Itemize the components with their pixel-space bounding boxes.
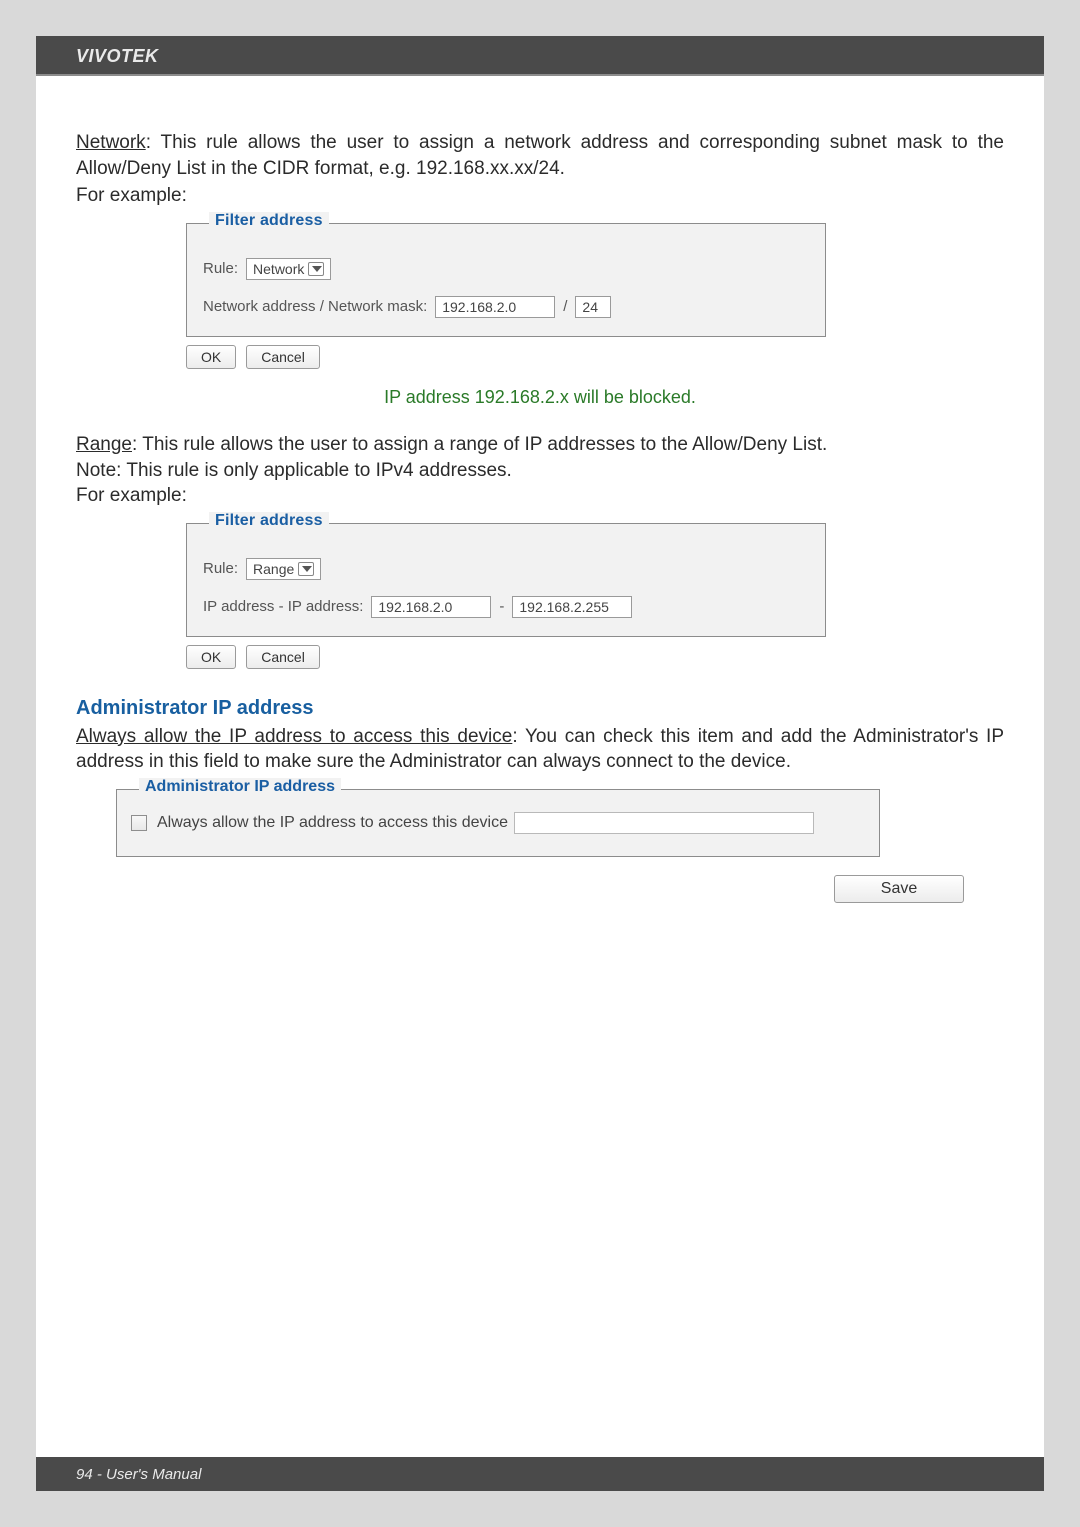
page-footer: 94 - User's Manual bbox=[36, 1457, 1044, 1491]
always-allow-checkbox[interactable] bbox=[131, 815, 147, 831]
filter-address-panel-range: Filter address Rule: Range IP address - … bbox=[186, 523, 826, 637]
cancel-button[interactable]: Cancel bbox=[246, 345, 320, 369]
network-label: Network bbox=[76, 132, 146, 153]
admin-always-label: Always allow the IP address to access th… bbox=[76, 726, 512, 747]
rule-select-range[interactable]: Range bbox=[246, 558, 321, 580]
rule-label: Rule: bbox=[203, 260, 238, 277]
admin-ip-heading: Administrator IP address bbox=[76, 697, 1004, 720]
rule-label-range: Rule: bbox=[203, 560, 238, 577]
chevron-down-icon bbox=[308, 262, 324, 276]
filter-address-legend: Filter address bbox=[209, 212, 329, 230]
admin-ip-input[interactable] bbox=[514, 812, 814, 834]
footer-text: 94 - User's Manual bbox=[76, 1466, 201, 1483]
iprange-label: IP address - IP address: bbox=[203, 598, 363, 615]
network-desc: : This rule allows the user to assign a … bbox=[76, 132, 1004, 179]
range-example-label: For example: bbox=[76, 483, 1004, 509]
network-paragraph: Network: This rule allows the user to as… bbox=[76, 130, 1004, 181]
header-divider bbox=[36, 74, 1044, 76]
save-button[interactable]: Save bbox=[834, 875, 964, 903]
network-mask-input[interactable] bbox=[575, 296, 611, 318]
ip-from-input[interactable] bbox=[371, 596, 491, 618]
cancel-button[interactable]: Cancel bbox=[246, 645, 320, 669]
page-header: VIVOTEK bbox=[36, 36, 1044, 92]
range-paragraph: Range: This rule allows the user to assi… bbox=[76, 432, 1004, 458]
range-note: Note: This rule is only applicable to IP… bbox=[76, 458, 1004, 484]
rule-select-range-value: Range bbox=[253, 561, 294, 577]
netaddr-label: Network address / Network mask: bbox=[203, 298, 427, 315]
rule-select-network[interactable]: Network bbox=[246, 258, 331, 280]
chevron-down-icon bbox=[298, 562, 314, 576]
filter-address-panel-network: Filter address Rule: Network Network add… bbox=[186, 223, 826, 337]
ip-to-input[interactable] bbox=[512, 596, 632, 618]
header-bar: VIVOTEK bbox=[36, 36, 1044, 74]
slash-separator: / bbox=[563, 298, 567, 315]
dash-separator: - bbox=[499, 598, 504, 615]
filter-address-legend-range: Filter address bbox=[209, 512, 329, 530]
network-caption: IP address 192.168.2.x will be blocked. bbox=[76, 387, 1004, 408]
range-desc: : This rule allows the user to assign a … bbox=[132, 434, 827, 455]
ok-button[interactable]: OK bbox=[186, 645, 236, 669]
always-allow-label: Always allow the IP address to access th… bbox=[157, 814, 508, 832]
rule-select-value: Network bbox=[253, 261, 304, 277]
admin-ip-legend: Administrator IP address bbox=[139, 778, 341, 796]
brand-logo: VIVOTEK bbox=[76, 46, 159, 67]
range-label: Range bbox=[76, 434, 132, 455]
network-example-label: For example: bbox=[76, 183, 1004, 209]
admin-ip-panel: Administrator IP address Always allow th… bbox=[116, 789, 880, 857]
ok-button[interactable]: OK bbox=[186, 345, 236, 369]
admin-paragraph: Always allow the IP address to access th… bbox=[76, 724, 1004, 775]
network-address-input[interactable] bbox=[435, 296, 555, 318]
